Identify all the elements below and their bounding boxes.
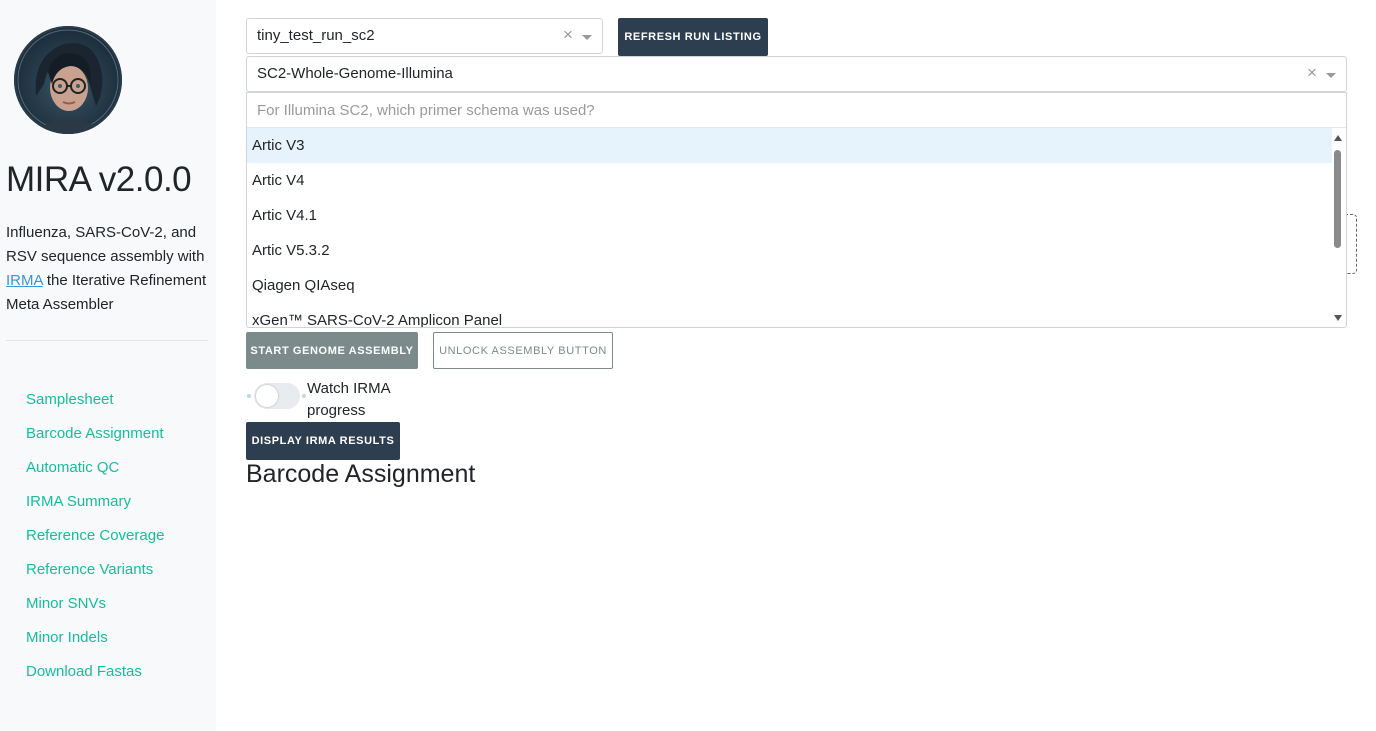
nav-link-reference-variants[interactable]: Reference Variants <box>26 561 153 578</box>
sidebar-item-automatic-qc: Automatic QC <box>26 456 164 490</box>
primer-options-list: Artic V3 Artic V4 Artic V4.1 Artic V5.3.… <box>247 128 1332 327</box>
unlock-assembly-button[interactable]: UNLOCK ASSEMBLY BUTTON <box>433 332 613 369</box>
sidebar-nav: Samplesheet Barcode Assignment Automatic… <box>26 388 164 694</box>
sidebar-item-reference-variants: Reference Variants <box>26 558 164 592</box>
chevron-down-icon[interactable] <box>582 35 592 40</box>
sidebar-item-download-fastas: Download Fastas <box>26 660 164 694</box>
nav-link-irma-summary[interactable]: IRMA Summary <box>26 493 131 510</box>
sidebar-item-barcode-assignment: Barcode Assignment <box>26 422 164 456</box>
description-text: Influenza, SARS-CoV-2, and RSV sequence … <box>6 224 205 265</box>
nav-link-minor-snvs[interactable]: Minor SNVs <box>26 595 106 612</box>
refresh-run-listing-button[interactable]: REFRESH RUN LISTING <box>618 18 768 56</box>
sidebar: MIRA v2.0.0 Influenza, SARS-CoV-2, and R… <box>0 0 216 731</box>
sidebar-item-irma-summary: IRMA Summary <box>26 490 164 524</box>
chevron-down-icon[interactable] <box>1326 73 1336 78</box>
nav-link-download-fastas[interactable]: Download Fastas <box>26 663 142 680</box>
app-title: MIRA v2.0.0 <box>6 160 192 199</box>
primer-schema-dropdown: Artic V3 Artic V4 Artic V4.1 Artic V5.3.… <box>246 92 1347 328</box>
clear-icon[interactable]: × <box>563 25 573 45</box>
run-select[interactable]: tiny_test_run_sc2 × <box>246 18 603 54</box>
primer-schema-input[interactable] <box>247 93 1346 128</box>
experiment-select-value: SC2-Whole-Genome-Illumina <box>257 65 453 82</box>
scroll-down-arrow-icon[interactable] <box>1334 315 1342 321</box>
option-qiagen-qiaseq[interactable]: Qiagen QIAseq <box>247 268 1332 303</box>
experiment-type-select[interactable]: SC2-Whole-Genome-Illumina × <box>246 56 1347 92</box>
clear-icon[interactable]: × <box>1307 63 1317 83</box>
scrollbar-thumb[interactable] <box>1334 150 1341 248</box>
section-title: Barcode Assignment <box>246 460 476 488</box>
dropdown-scrollbar[interactable] <box>1330 128 1346 327</box>
display-irma-results-button[interactable]: DISPLAY IRMA RESULTS <box>246 422 400 460</box>
option-xgen-sars-cov-2[interactable]: xGen™ SARS-CoV-2 Amplicon Panel <box>247 303 1332 327</box>
toggle-dot-right <box>302 394 306 398</box>
irma-link[interactable]: IRMA <box>6 272 43 289</box>
watch-irma-label: Watch IRMA progress <box>307 380 390 419</box>
start-genome-assembly-button[interactable]: START GENOME ASSEMBLY <box>246 332 418 369</box>
avatar-portrait-icon <box>17 29 119 134</box>
sidebar-item-samplesheet: Samplesheet <box>26 388 164 422</box>
sidebar-item-minor-snvs: Minor SNVs <box>26 592 164 626</box>
option-artic-v4-1[interactable]: Artic V4.1 <box>247 198 1332 233</box>
avatar <box>14 26 122 134</box>
nav-link-automatic-qc[interactable]: Automatic QC <box>26 459 119 476</box>
watch-irma-toggle[interactable] <box>246 381 308 411</box>
nav-link-minor-indels[interactable]: Minor Indels <box>26 629 108 646</box>
sidebar-item-reference-coverage: Reference Coverage <box>26 524 164 558</box>
option-artic-v3[interactable]: Artic V3 <box>247 128 1332 163</box>
option-artic-v5-3-2[interactable]: Artic V5.3.2 <box>247 233 1332 268</box>
app-description: Influenza, SARS-CoV-2, and RSV sequence … <box>6 221 211 317</box>
run-select-value: tiny_test_run_sc2 <box>257 27 375 44</box>
nav-link-samplesheet[interactable]: Samplesheet <box>26 391 114 408</box>
toggle-knob[interactable] <box>256 385 278 407</box>
nav-link-barcode-assignment[interactable]: Barcode Assignment <box>26 425 164 442</box>
option-artic-v4[interactable]: Artic V4 <box>247 163 1332 198</box>
nav-link-reference-coverage[interactable]: Reference Coverage <box>26 527 164 544</box>
sidebar-divider <box>6 340 208 341</box>
scroll-up-arrow-icon[interactable] <box>1334 135 1342 141</box>
sidebar-item-minor-indels: Minor Indels <box>26 626 164 660</box>
toggle-dot-left <box>247 394 251 398</box>
